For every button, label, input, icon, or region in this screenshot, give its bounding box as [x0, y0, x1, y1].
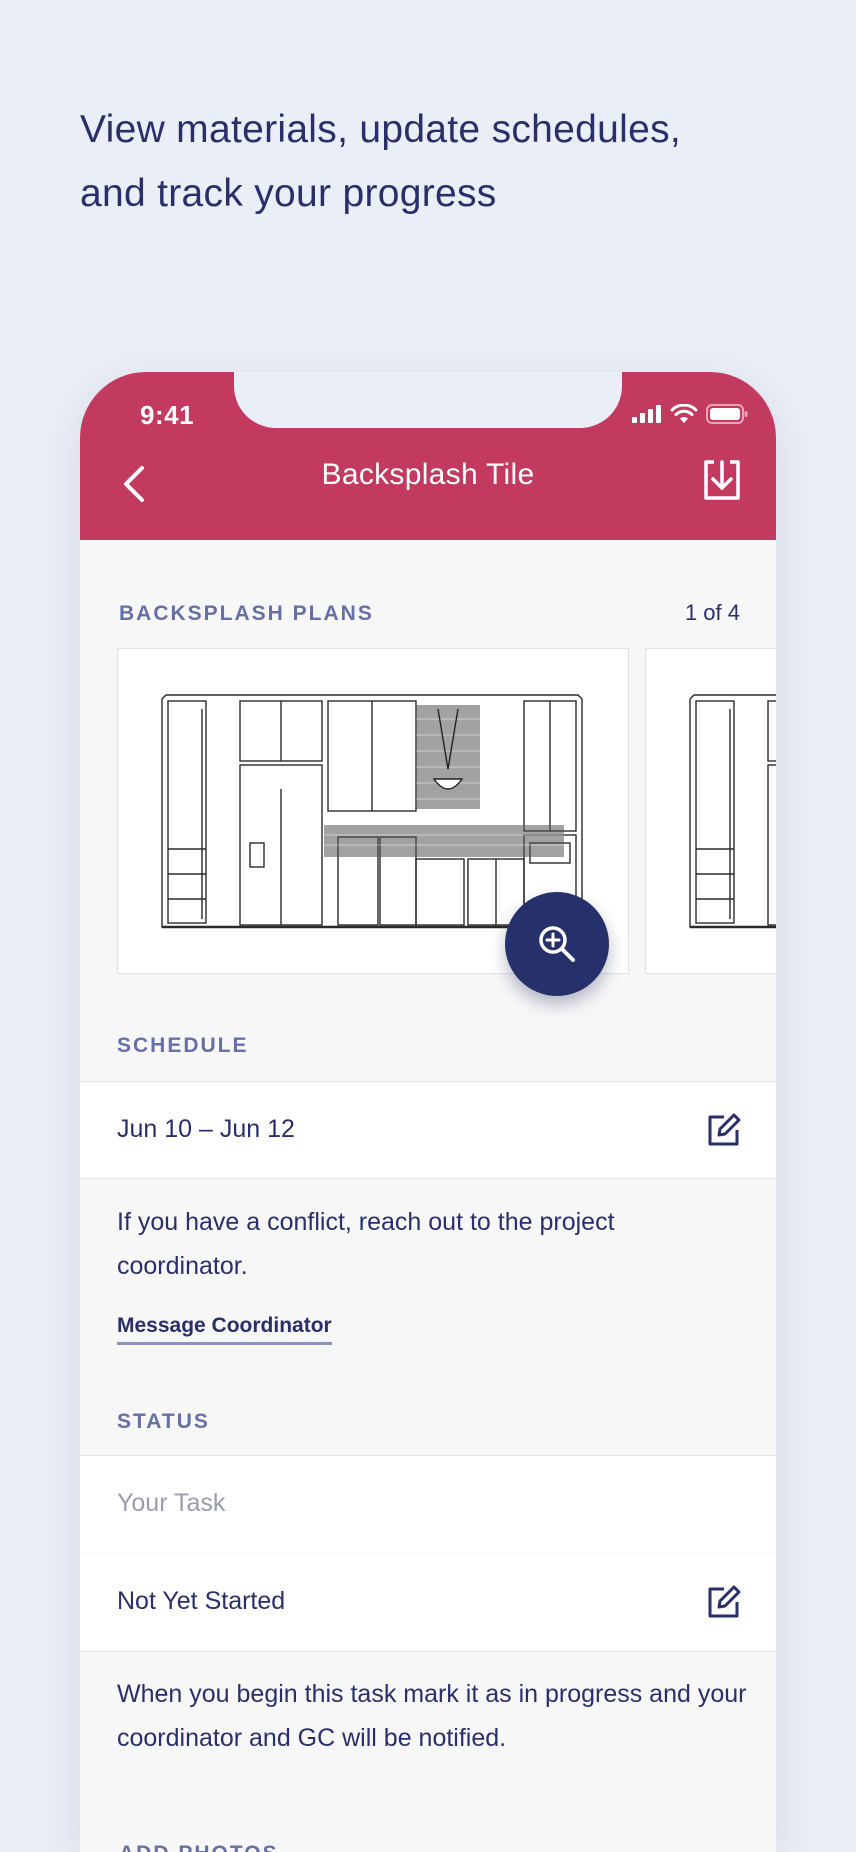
status-section-label: STATUS — [117, 1410, 210, 1433]
status-value: Not Yet Started — [117, 1587, 286, 1615]
status-value-row[interactable]: Not Yet Started — [80, 1554, 776, 1652]
photos-section-label: ADD PHOTOS — [119, 1842, 279, 1852]
zoom-in-icon — [539, 926, 575, 962]
schedule-note: If you have a conflict, reach out to the… — [117, 1208, 615, 1280]
kitchen-elevation-drawing-peek — [689, 694, 776, 929]
status-time: 9:41 — [140, 400, 195, 430]
edit-icon — [708, 1113, 741, 1146]
edit-status-button[interactable] — [706, 1584, 742, 1620]
phone-notch — [234, 372, 622, 428]
message-coordinator-link[interactable]: Message Coordinator — [117, 1314, 332, 1345]
edit-icon — [708, 1585, 741, 1618]
plans-section-label: BACKSPLASH PLANS — [119, 602, 374, 625]
page-title: Backsplash Tile — [321, 458, 535, 491]
headline-line-2: and track your progress — [80, 172, 497, 215]
download-button[interactable] — [700, 458, 744, 502]
plans-counter: 1 of 4 — [684, 600, 740, 625]
schedule-dates: Jun 10 – Jun 12 — [117, 1115, 295, 1143]
status-note: When you begin this task mark it as in p… — [117, 1680, 747, 1752]
edit-schedule-button[interactable] — [706, 1112, 742, 1148]
signal-icon — [632, 405, 661, 423]
schedule-section-label: SCHEDULE — [117, 1034, 249, 1057]
schedule-row[interactable]: Jun 10 – Jun 12 — [80, 1081, 776, 1179]
status-task-placeholder: Your Task — [117, 1489, 226, 1517]
plan-card-2[interactable] — [645, 648, 776, 974]
task-detail-content: BACKSPLASH PLANS 1 of 4 SCHEDULE Jun 10 … — [80, 540, 776, 1852]
zoom-button[interactable] — [505, 892, 609, 996]
status-icons — [632, 404, 748, 424]
download-icon — [704, 460, 740, 500]
status-task-row: Your Task — [80, 1455, 776, 1553]
wifi-icon — [670, 404, 698, 423]
marketing-headline: View materials, update schedules, and tr… — [80, 98, 780, 226]
navigation-bar: Backsplash Tile — [80, 428, 776, 540]
headline-line-1: View materials, update schedules, — [80, 108, 682, 151]
phone-frame: 9:41 Backsplash Tile BACKSPLASH PLANS 1 … — [80, 372, 776, 1852]
battery-icon — [706, 404, 748, 424]
